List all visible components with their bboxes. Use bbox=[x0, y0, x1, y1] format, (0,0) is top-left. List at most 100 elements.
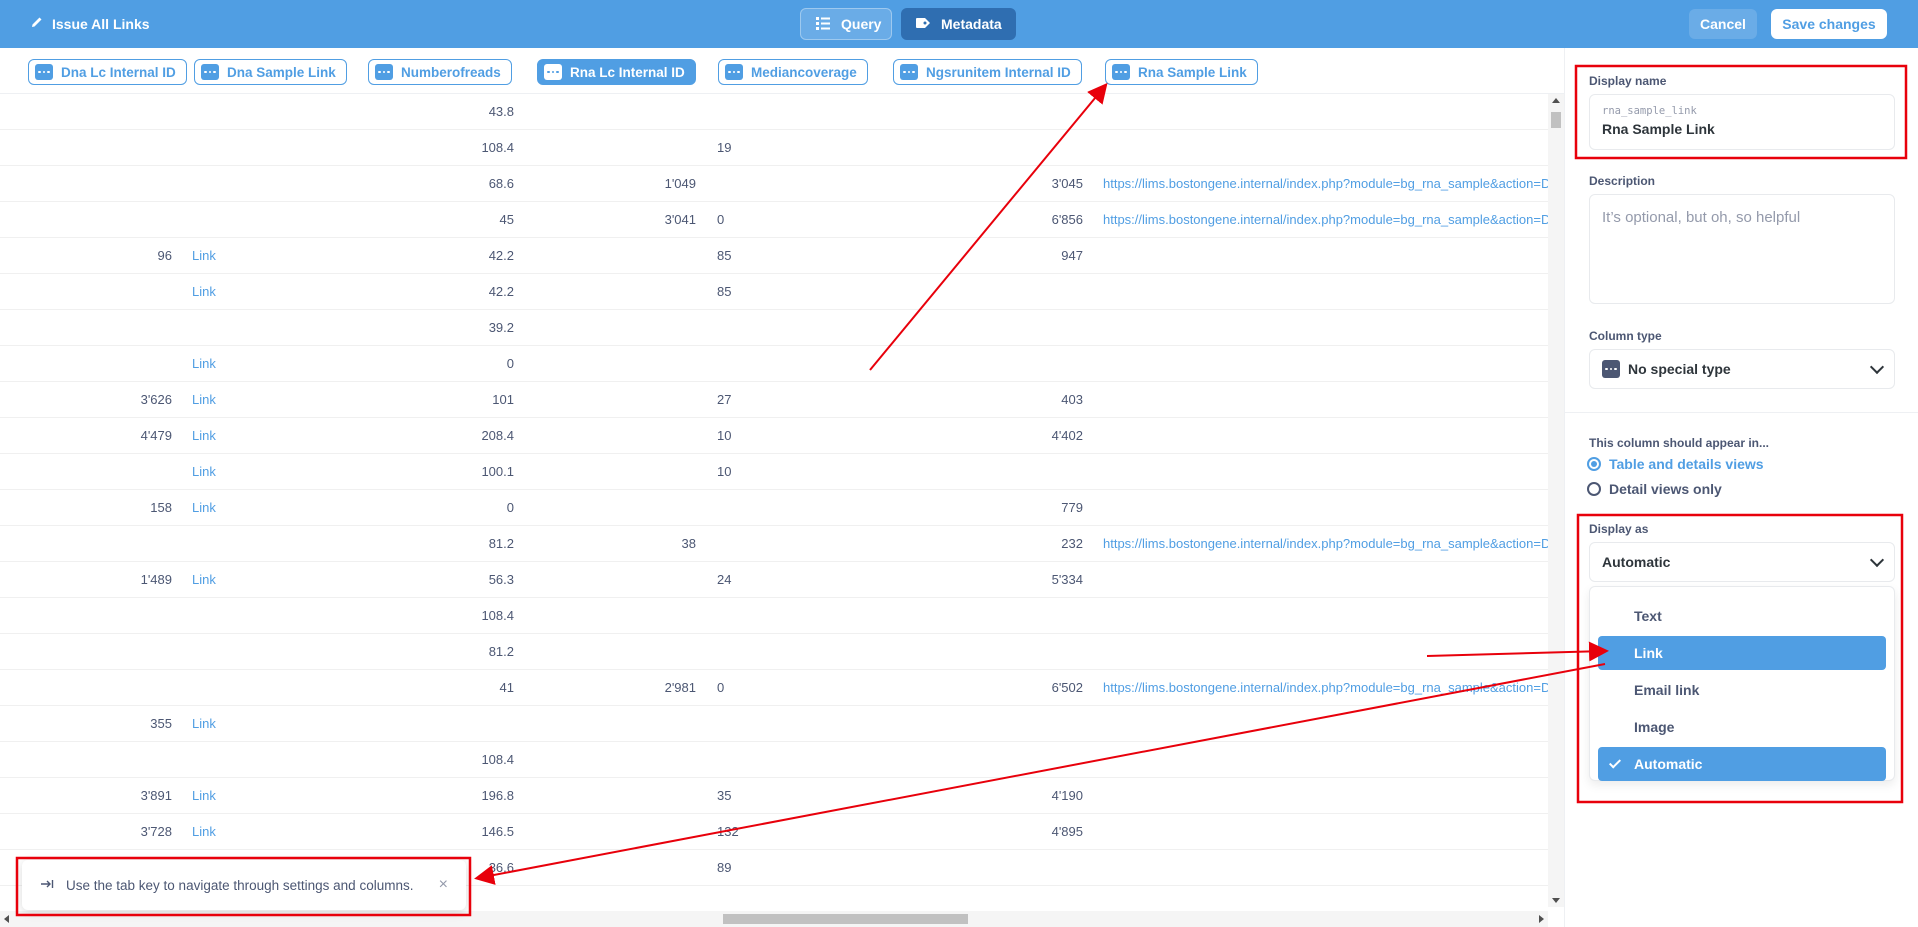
column-pill-numberofreads[interactable]: Numberofreads bbox=[368, 59, 512, 85]
raw-column-name: rna_sample_link bbox=[1602, 105, 1697, 117]
metadata-tab[interactable]: Metadata bbox=[901, 8, 1016, 40]
table-cell-link[interactable]: Link bbox=[192, 284, 216, 299]
query-tab[interactable]: Query bbox=[800, 8, 892, 40]
close-icon[interactable]: × bbox=[439, 876, 448, 894]
table-row: Link 0 bbox=[0, 346, 1548, 382]
column-pill-label: Dna Lc Internal ID bbox=[61, 64, 176, 80]
table-row: 355 Link bbox=[0, 706, 1548, 742]
table-cell: 0 bbox=[506, 356, 514, 371]
display-as-select[interactable]: Automatic bbox=[1589, 542, 1895, 582]
table-cell-link[interactable]: Link bbox=[192, 248, 216, 263]
table-cell: 2'981 bbox=[664, 680, 696, 695]
column-pill-ngsrunitem-internal-id[interactable]: Ngsrunitem Internal ID bbox=[893, 59, 1082, 85]
display-as-option-text[interactable]: Text bbox=[1598, 599, 1886, 633]
table-cell: 4'479 bbox=[140, 428, 172, 443]
radio-detail-only[interactable]: Detail views only bbox=[1587, 481, 1722, 497]
column-pill-dna-sample-link[interactable]: Dna Sample Link bbox=[194, 59, 347, 85]
table-cell-link[interactable]: Link bbox=[192, 392, 216, 407]
tab-key-icon bbox=[40, 877, 54, 894]
description-field[interactable]: It’s optional, but oh, so helpful bbox=[1589, 194, 1895, 304]
table-cell: 108.4 bbox=[481, 752, 514, 767]
table-cell: 1'489 bbox=[140, 572, 172, 587]
column-pill-rna-sample-link[interactable]: Rna Sample Link bbox=[1105, 59, 1258, 85]
column-pill-label: Mediancoverage bbox=[751, 64, 857, 80]
table-cell-link[interactable]: Link bbox=[192, 572, 216, 587]
scroll-right-icon[interactable] bbox=[1539, 915, 1544, 923]
table-row: 41 2'981 0 6'502 https://lims.bostongene.int… bbox=[0, 670, 1548, 706]
table-cell: 43.8 bbox=[488, 104, 514, 119]
save-changes-button[interactable]: Save changes bbox=[1771, 9, 1887, 39]
table-row: 43.8 bbox=[0, 94, 1548, 130]
top-bar: Issue All Links Query Metadata Cancel Sa… bbox=[0, 0, 1918, 48]
scroll-down-icon[interactable] bbox=[1552, 898, 1560, 903]
question-title-text: Issue All Links bbox=[52, 15, 150, 32]
table-cell: 3'041 bbox=[664, 212, 696, 227]
table-cell: 85 bbox=[717, 248, 732, 263]
table-cell: 232 bbox=[1061, 536, 1083, 551]
option-label: Image bbox=[1634, 719, 1675, 735]
table-cell-link[interactable]: Link bbox=[192, 428, 216, 443]
pencil-icon bbox=[30, 15, 44, 32]
table-cell-link[interactable]: Link bbox=[192, 464, 216, 479]
question-title[interactable]: Issue All Links bbox=[30, 15, 150, 32]
option-label: Link bbox=[1634, 645, 1663, 661]
display-as-menu: Text Link Email link Image Automatic bbox=[1589, 586, 1895, 781]
table-cell-link[interactable]: Link bbox=[192, 824, 216, 839]
column-type-value: No special type bbox=[1628, 361, 1731, 377]
cancel-button[interactable]: Cancel bbox=[1689, 9, 1757, 39]
table-cell-link[interactable]: https://lims.bostongene.internal/index.p… bbox=[1103, 680, 1548, 695]
table-row: 81.2 bbox=[0, 634, 1548, 670]
display-name-field[interactable]: rna_sample_link Rna Sample Link bbox=[1589, 94, 1895, 150]
option-label: Automatic bbox=[1634, 756, 1703, 772]
table-cell: 779 bbox=[1061, 500, 1083, 515]
scroll-left-icon[interactable] bbox=[4, 915, 9, 923]
table-cell: 108.4 bbox=[481, 608, 514, 623]
toast-text: Use the tab key to navigate through sett… bbox=[66, 877, 414, 893]
table-row: 108.4 bbox=[0, 742, 1548, 778]
table-cell: 19 bbox=[717, 140, 732, 155]
description-label: Description bbox=[1589, 174, 1656, 188]
table-cell-link[interactable]: https://lims.bostongene.internal/index.p… bbox=[1103, 176, 1548, 191]
radio-checked-icon bbox=[1587, 457, 1601, 471]
table-row: 3'891 Link 196.8 35 4'190 bbox=[0, 778, 1548, 814]
column-pill-label: Rna Sample Link bbox=[1138, 64, 1247, 80]
display-as-option-email-link[interactable]: Email link bbox=[1598, 673, 1886, 707]
radio-table-and-details[interactable]: Table and details views bbox=[1587, 456, 1764, 472]
table-cell: 36.6 bbox=[488, 860, 514, 875]
table-cell-link[interactable]: Link bbox=[192, 788, 216, 803]
vertical-scrollbar[interactable] bbox=[1548, 94, 1564, 907]
table-cell-link[interactable]: https://lims.bostongene.internal/index.p… bbox=[1103, 212, 1548, 227]
scroll-up-icon[interactable] bbox=[1552, 98, 1560, 103]
visibility-label: This column should appear in... bbox=[1589, 436, 1770, 450]
vertical-scroll-thumb[interactable] bbox=[1551, 112, 1561, 128]
column-pill-label: Numberofreads bbox=[401, 64, 501, 80]
horizontal-scroll-thumb[interactable] bbox=[723, 914, 968, 924]
horizontal-scrollbar[interactable] bbox=[0, 911, 1548, 927]
table-row: 108.4 bbox=[0, 598, 1548, 634]
table-cell: 208.4 bbox=[481, 428, 514, 443]
table-row: 158 Link 0 779 bbox=[0, 490, 1548, 526]
display-as-option-image[interactable]: Image bbox=[1598, 710, 1886, 744]
table-cell: 132 bbox=[717, 824, 739, 839]
radio-label: Detail views only bbox=[1609, 481, 1722, 497]
table-cell: 89 bbox=[717, 860, 732, 875]
column-pill-rna-lc-internal-id[interactable]: Rna Lc Internal ID bbox=[537, 59, 696, 85]
column-pill-label: Ngsrunitem Internal ID bbox=[926, 64, 1071, 80]
column-type-select[interactable]: No special type bbox=[1589, 349, 1895, 389]
no-type-icon bbox=[1602, 360, 1620, 378]
table-cell-link[interactable]: Link bbox=[192, 716, 216, 731]
table-cell-link[interactable]: Link bbox=[192, 356, 216, 371]
table-row: 108.4 19 bbox=[0, 130, 1548, 166]
column-type-icon bbox=[35, 64, 53, 80]
column-pill-mediancoverage[interactable]: Mediancoverage bbox=[718, 59, 868, 85]
table-cell: 0 bbox=[717, 212, 725, 227]
table-cell-link[interactable]: Link bbox=[192, 500, 216, 515]
display-as-option-automatic[interactable]: Automatic bbox=[1598, 747, 1886, 781]
table-cell: 1'049 bbox=[664, 176, 696, 191]
display-as-option-link[interactable]: Link bbox=[1598, 636, 1886, 670]
table-cell: 0 bbox=[717, 680, 725, 695]
column-pill-dna-lc-internal-id[interactable]: Dna Lc Internal ID bbox=[28, 59, 187, 85]
table-cell-link[interactable]: https://lims.bostongene.internal/index.p… bbox=[1103, 536, 1548, 551]
table-row: 45 3'041 0 6'856 https://lims.bostongene.int… bbox=[0, 202, 1548, 238]
table-cell: 3'045 bbox=[1051, 176, 1083, 191]
